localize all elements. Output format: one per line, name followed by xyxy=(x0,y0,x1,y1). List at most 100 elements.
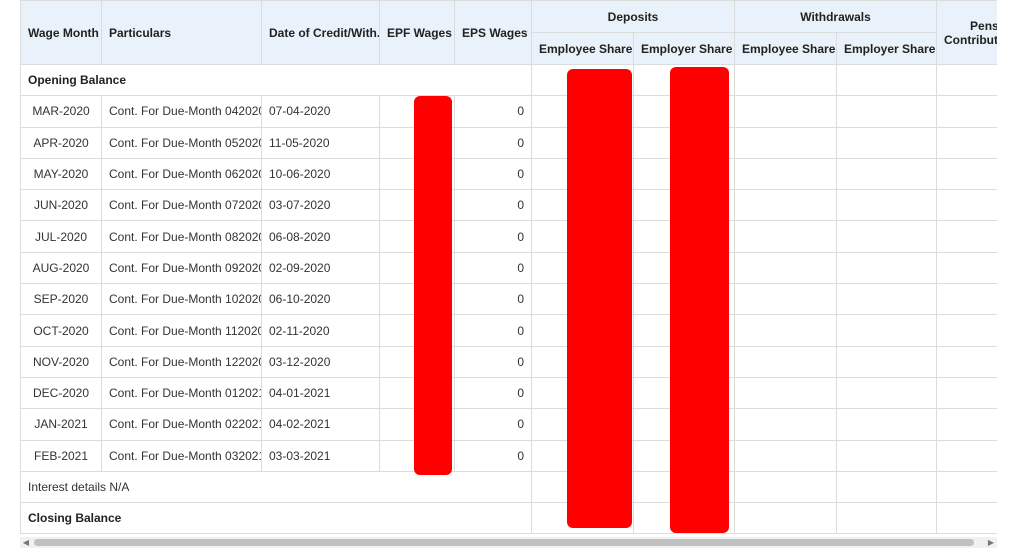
passbook-table-body: Opening Balance 3, MAR-2020Cont. For Due… xyxy=(20,63,997,535)
cell-empty xyxy=(835,376,938,410)
header-deposit-employee-share: Employee Share xyxy=(531,32,634,65)
cell-eps-wages: 0 xyxy=(454,439,532,472)
cell-empty xyxy=(835,439,938,472)
cell-wage-month: MAY-2020 xyxy=(20,157,102,191)
opening-pension-value: 3, xyxy=(936,63,997,97)
table-row: AUG-2020 Cont. For Due-Month 092020 02-09-… xyxy=(20,251,997,285)
header-wage-month: Wage Month xyxy=(20,0,102,65)
cell-wage-month: JAN-2021 xyxy=(20,408,102,441)
cell-wage-month: MAR-2020 xyxy=(20,95,102,128)
redaction-employee-share xyxy=(567,69,632,528)
cell-empty xyxy=(734,345,837,378)
cell-date-of-credit: 03-07-2020 xyxy=(261,189,380,222)
cell-date-of-credit: 06-08-2020 xyxy=(261,220,380,253)
header-withdrawal-employer-share: Employer Share xyxy=(835,32,938,65)
cell-particulars: Cont. For Due-Month 022021 xyxy=(101,408,262,441)
cell-empty xyxy=(734,439,837,472)
cell-empty xyxy=(936,251,997,285)
cell-empty xyxy=(936,189,997,222)
cell-empty xyxy=(835,126,938,159)
header-epf-wages: EPF Wages xyxy=(379,0,455,65)
cell-empty xyxy=(835,95,938,128)
header-deposits: Deposits xyxy=(531,0,735,33)
header-pension-line2: Contribution xyxy=(944,32,997,47)
cell-empty xyxy=(734,376,837,410)
cell-empty xyxy=(936,470,997,504)
table-row: FEB-2021 Cont. For Due-Month 032021 03-03-… xyxy=(20,439,997,472)
cell-date-of-credit: 07-04-2020 xyxy=(261,95,380,128)
cell-empty xyxy=(835,314,938,347)
cell-empty xyxy=(936,314,997,347)
cell-empty xyxy=(835,220,938,253)
cell-empty xyxy=(936,157,997,191)
cell-particulars: Cont. For Due-Month 012021 xyxy=(101,376,262,410)
cell-empty xyxy=(936,95,997,128)
cell-wage-month: APR-2020 xyxy=(20,126,102,159)
opening-balance-row: Opening Balance 3, xyxy=(20,63,997,97)
cell-empty xyxy=(936,376,997,410)
cell-particulars: Cont. For Due-Month 092020 xyxy=(101,251,262,285)
cell-date-of-credit: 04-01-2021 xyxy=(261,376,380,410)
table-row: OCT-2020 Cont. For Due-Month 112020 02-11-… xyxy=(20,314,997,347)
cell-empty xyxy=(835,345,938,378)
horizontal-scrollbar[interactable]: ◀ ▶ xyxy=(20,537,997,548)
interest-details-label: Interest details N/A xyxy=(20,470,532,504)
passbook-table-viewport: Wage Month Particulars Date of Credit/Wi… xyxy=(20,0,997,536)
cell-empty xyxy=(936,439,997,472)
cell-empty xyxy=(734,126,837,159)
cell-empty xyxy=(734,408,837,441)
cell-empty xyxy=(936,408,997,441)
cell-particulars: Cont. For Due-Month 052020 xyxy=(101,126,262,159)
cell-empty xyxy=(835,189,938,222)
cell-eps-wages: 0 xyxy=(454,314,532,347)
cell-empty xyxy=(734,95,837,128)
cell-empty xyxy=(734,220,837,253)
cell-eps-wages: 0 xyxy=(454,189,532,222)
header-eps-wages: EPS Wages xyxy=(454,0,532,65)
header-particulars: Particulars xyxy=(101,0,262,65)
redaction-epf-wages xyxy=(414,96,452,475)
cell-date-of-credit: 04-02-2021 xyxy=(261,408,380,441)
cell-empty xyxy=(835,470,938,504)
scrollbar-thumb[interactable] xyxy=(34,539,974,546)
cell-empty xyxy=(734,470,837,504)
cell-wage-month: OCT-2020 xyxy=(20,314,102,347)
cell-wage-month: JUN-2020 xyxy=(20,189,102,222)
cell-empty xyxy=(734,314,837,347)
cell-date-of-credit: 06-10-2020 xyxy=(261,283,380,316)
header-withdrawal-employee-share: Employee Share xyxy=(734,32,837,65)
cell-eps-wages: 0 xyxy=(454,345,532,378)
cell-particulars: Cont. For Due-Month 102020 xyxy=(101,283,262,316)
cell-eps-wages: 0 xyxy=(454,376,532,410)
cell-eps-wages: 0 xyxy=(454,251,532,285)
cell-empty xyxy=(734,157,837,191)
table-row: JUL-2020 Cont. For Due-Month 082020 06-08-… xyxy=(20,220,997,253)
cell-date-of-credit: 03-12-2020 xyxy=(261,345,380,378)
cell-empty xyxy=(835,408,938,441)
table-row: NOV-2020 Cont. For Due-Month 122020 03-12-… xyxy=(20,345,997,378)
cell-date-of-credit: 02-09-2020 xyxy=(261,251,380,285)
scroll-right-arrow-icon[interactable]: ▶ xyxy=(985,537,997,548)
cell-wage-month: NOV-2020 xyxy=(20,345,102,378)
header-deposit-employer-share: Employer Share xyxy=(633,32,735,65)
cell-eps-wages: 0 xyxy=(454,95,532,128)
header-pension-contribution: Pension Contribution xyxy=(936,0,997,65)
cell-date-of-credit: 10-06-2020 xyxy=(261,157,380,191)
closing-balance-label: Closing Balance xyxy=(20,502,532,535)
cell-empty xyxy=(835,251,938,285)
cell-particulars: Cont. For Due-Month 112020 xyxy=(101,314,262,347)
cell-empty xyxy=(835,283,938,316)
cell-particulars: Cont. For Due-Month 062020 xyxy=(101,157,262,191)
table-row: MAY-2020 Cont. For Due-Month 062020 10-06-… xyxy=(20,157,997,191)
cell-eps-wages: 0 xyxy=(454,283,532,316)
cell-particulars: Cont. For Due-Month 082020 xyxy=(101,220,262,253)
cell-eps-wages: 0 xyxy=(454,126,532,159)
cell-wage-month: DEC-2020 xyxy=(20,376,102,410)
table-row: SEP-2020 Cont. For Due-Month 102020 06-10-… xyxy=(20,283,997,316)
opening-balance-label: Opening Balance xyxy=(20,63,532,97)
redaction-employer-share xyxy=(670,67,729,533)
cell-wage-month: FEB-2021 xyxy=(20,439,102,472)
scroll-left-arrow-icon[interactable]: ◀ xyxy=(20,537,32,548)
cell-particulars: Cont. For Due-Month 072020 xyxy=(101,189,262,222)
table-row: DEC-2020 Cont. For Due-Month 012021 04-01-… xyxy=(20,376,997,410)
